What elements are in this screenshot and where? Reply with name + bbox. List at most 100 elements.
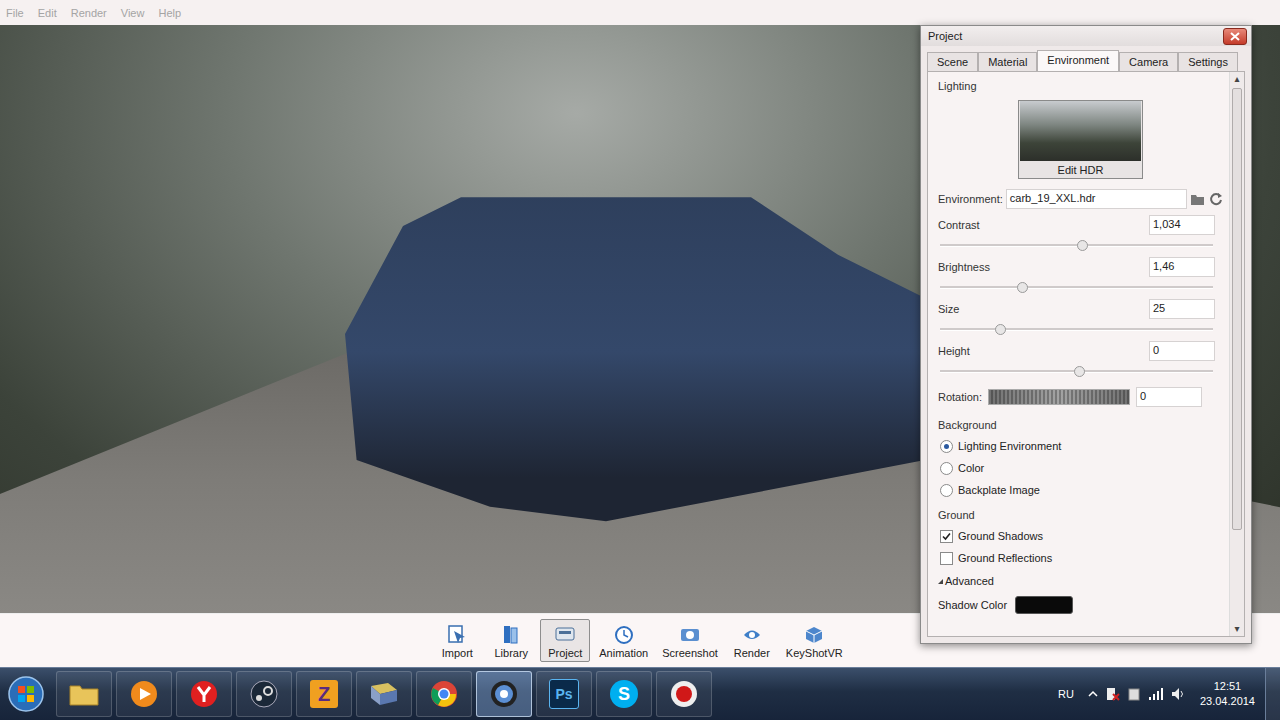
toolbar-label: Render [734,647,770,659]
taskbar-app[interactable] [176,671,232,717]
open-folder-icon[interactable] [1190,192,1206,206]
clock-date: 23.04.2014 [1200,694,1255,709]
network-icon[interactable] [1148,686,1164,702]
menu-item[interactable]: Render [71,7,107,19]
group-title: Lighting [938,78,1223,96]
lighting-group: Lighting Edit HDR Environment: carb_19_X… [938,78,1223,407]
menu-item[interactable]: File [6,7,24,19]
toolbar-button[interactable]: Screenshot [657,619,723,662]
close-button[interactable] [1223,28,1247,45]
panel-tab[interactable]: Material [978,52,1037,71]
slider-thumb[interactable] [995,324,1006,335]
rotation-dial[interactable] [988,389,1130,405]
toolbar-button[interactable]: Library [486,619,536,662]
toolbar-icon [802,623,826,645]
advanced-toggle[interactable]: Advanced [938,569,1223,593]
app-logo-icon: Z [310,680,338,708]
menu-item[interactable]: View [121,7,145,19]
hdr-thumbnail[interactable]: Edit HDR [1018,100,1143,179]
taskbar-app[interactable]: S [596,671,652,717]
slider-value[interactable]: 25 [1149,299,1215,319]
taskbar-app[interactable] [116,671,172,717]
slider-label: Height [938,345,970,357]
volume-icon[interactable] [1170,686,1186,702]
tray-arrow-icon[interactable] [1088,689,1098,699]
panel-scrollbar[interactable]: ▴ ▾ [1229,72,1244,636]
advanced-label: Advanced [945,575,994,587]
start-button[interactable] [4,675,48,713]
edit-hdr-label: Edit HDR [1058,161,1104,178]
checkbox-label: Ground Shadows [958,530,1043,542]
taskbar-app[interactable] [236,671,292,717]
action-center-icon[interactable] [1104,686,1120,702]
toolbar-icon [499,623,523,645]
checkbox-option[interactable]: Ground Shadows [938,525,1223,547]
panel-title-bar[interactable]: Project [921,26,1251,46]
taskbar-app[interactable]: Z [296,671,352,717]
slider-value[interactable]: 1,034 [1149,215,1215,235]
slider-track[interactable] [940,286,1213,289]
checkbox-option[interactable]: Ground Reflections [938,547,1223,569]
radio-option[interactable]: Color [938,457,1223,479]
radio-option[interactable]: Backplate Image [938,479,1223,501]
toolbar-button[interactable]: Animation [594,619,653,662]
toolbar-button[interactable]: KeyShotVR [781,619,848,662]
menu-item[interactable]: Help [158,7,181,19]
checkbox[interactable] [940,552,953,565]
menu-item[interactable]: Edit [38,7,57,19]
rotation-row: Rotation: 0 [938,387,1223,407]
taskbar-app[interactable] [416,671,472,717]
toolbar-label: Project [548,647,582,659]
shadow-color-row: Shadow Color [938,593,1223,617]
radio-button[interactable] [940,462,953,475]
desktop: File Edit Render View Help Import Library Pr… [0,0,1280,720]
slider-thumb[interactable] [1077,240,1088,251]
scroll-down-icon[interactable]: ▾ [1230,622,1244,636]
toolbar-icon [553,623,577,645]
shadow-color-swatch[interactable] [1015,596,1073,614]
rotation-value[interactable]: 0 [1136,387,1202,407]
slider-value[interactable]: 1,46 [1149,257,1215,277]
toolbar-button[interactable]: Project [540,619,590,662]
panel-tab[interactable]: Environment [1037,50,1119,71]
slider-value[interactable]: 0 [1149,341,1215,361]
taskbar-app[interactable] [56,671,112,717]
panel-tab[interactable]: Settings [1178,52,1238,71]
checkbox[interactable] [940,530,953,543]
taskbar-app[interactable] [356,671,412,717]
radio-button[interactable] [940,484,953,497]
taskbar-app[interactable] [476,671,532,717]
environment-field[interactable]: carb_19_XXL.hdr [1006,189,1187,209]
scroll-thumb[interactable] [1232,88,1242,530]
device-icon[interactable] [1126,686,1142,702]
photoshop-icon: Ps [549,679,579,709]
radio-option[interactable]: Lighting Environment [938,435,1223,457]
taskbar-app[interactable]: Ps [536,671,592,717]
slider-header: Brightness 1,46 [938,257,1215,277]
slider-track[interactable] [940,328,1213,331]
slider-thumb[interactable] [1074,366,1085,377]
toolbar-icon [740,623,764,645]
archive-icon [368,680,400,708]
taskbar-app[interactable] [656,671,712,717]
chrome-icon [429,679,459,709]
media-player-icon [129,679,159,709]
toolbar-button[interactable]: Render [727,619,777,662]
group-title: Ground [938,507,1223,525]
slider-track[interactable] [940,244,1213,247]
slider-track[interactable] [940,370,1213,373]
show-desktop-button[interactable] [1265,668,1280,720]
steam-icon [249,679,279,709]
radio-button[interactable] [940,440,953,453]
panel-tabs: SceneMaterialEnvironmentCameraSettings [921,46,1251,71]
language-indicator[interactable]: RU [1058,688,1074,700]
keyshot-icon [489,679,519,709]
clock[interactable]: 12:51 23.04.2014 [1200,679,1255,709]
panel-tab[interactable]: Camera [1119,52,1178,71]
slider-thumb[interactable] [1017,282,1028,293]
expand-arrow-icon [938,579,943,584]
toolbar-button[interactable]: Import [432,619,482,662]
scroll-up-icon[interactable]: ▴ [1230,72,1244,86]
panel-tab[interactable]: Scene [927,52,978,71]
refresh-icon[interactable] [1209,192,1223,206]
